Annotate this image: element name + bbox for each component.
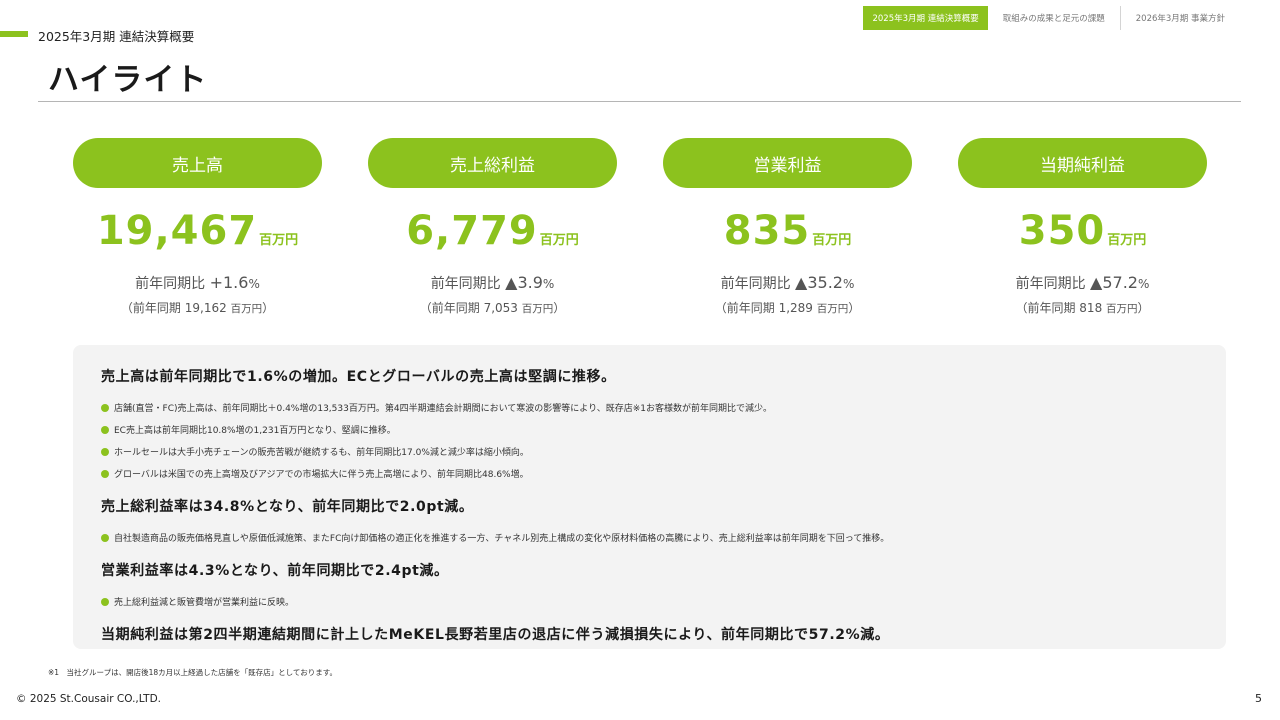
bullet-dot-icon: [101, 425, 109, 434]
bullet-dot-icon: [101, 403, 109, 412]
kpi-prev-unit: 百万円: [521, 303, 554, 315]
kpi-label-pill: 営業利益: [663, 138, 912, 188]
section-accent-bar: [0, 31, 28, 37]
page-number: 5: [1255, 692, 1262, 705]
kpi-number: 6,779: [406, 208, 538, 254]
kpi-prev-value: 818: [1079, 301, 1103, 315]
kpi-number: 350: [1018, 208, 1106, 254]
kpi-yoy: 前年同期比 ▲35.2%: [663, 273, 912, 293]
summary-heading-gross-margin: 売上総利益率は34.8%となり、前年同期比で2.0pt減。: [101, 499, 474, 515]
summary-bullet-text: ホールセールは大手小売チェーンの販売苦戦が継続するも、前年同期比17.0%減と減…: [114, 448, 529, 458]
kpi-unit: 百万円: [812, 233, 852, 248]
kpi-value: 350 百万円: [958, 208, 1207, 258]
kpi-yoy: 前年同期比 ▲3.9%: [368, 273, 617, 293]
kpi-net-income: 当期純利益 350 百万円 前年同期比 ▲57.2% （前年同期 818 百万円）: [958, 138, 1207, 316]
summary-bullet: ホールセールは大手小売チェーンの販売苦戦が継続するも、前年同期比17.0%減と減…: [101, 445, 1206, 458]
page-title: ハイライト: [48, 62, 208, 98]
nav-tab-results-issues[interactable]: 取組みの成果と足元の課題: [988, 6, 1120, 30]
summary-bullet: グローバルは米国での売上高増及びアジアでの市場拡大に伴う売上高増により、前年同期…: [101, 467, 1206, 480]
kpi-yoy-unit: %: [248, 277, 260, 291]
summary-panel: 売上高は前年同期比で1.6%の増加。ECとグローバルの売上高は堅調に推移。 店舗…: [73, 345, 1226, 649]
kpi-yoy-value: ▲3.9: [505, 273, 543, 292]
kpi-prev-year: （前年同期 7,053 百万円）: [368, 299, 617, 316]
summary-bullet-text: EC売上高は前年同期比10.8%増の1,231百万円となり、堅調に推移。: [114, 426, 396, 436]
nav-tab-business-policy[interactable]: 2026年3月期 事業方針: [1119, 6, 1240, 30]
kpi-prev-close: ）: [848, 301, 861, 315]
kpi-prev-label: （前年同期: [120, 301, 181, 315]
kpi-label-pill: 当期純利益: [958, 138, 1207, 188]
kpi-unit: 百万円: [539, 233, 579, 248]
kpi-yoy-label: 前年同期比: [1015, 276, 1086, 292]
kpi-prev-value: 19,162: [184, 301, 227, 315]
section-label: 2025年3月期 連結決算概要: [38, 29, 195, 44]
kpi-prev-year: （前年同期 19,162 百万円）: [73, 299, 322, 316]
kpi-prev-label: （前年同期: [1015, 301, 1076, 315]
kpi-sales: 売上高 19,467 百万円 前年同期比 +1.6% （前年同期 19,162 百…: [73, 138, 322, 316]
copyright: © 2025 St.Cousair CO.,LTD.: [16, 693, 161, 705]
kpi-number: 19,467: [96, 208, 258, 254]
summary-bullet-text: グローバルは米国での売上高増及びアジアでの市場拡大に伴う売上高増により、前年同期…: [114, 470, 529, 480]
kpi-value: 6,779 百万円: [368, 208, 617, 258]
kpi-prev-close: ）: [262, 301, 275, 315]
kpi-prev-close: ）: [553, 301, 566, 315]
kpi-yoy-label: 前年同期比: [430, 276, 501, 292]
kpi-yoy-value: ▲35.2: [795, 273, 843, 292]
summary-bullet-text: 自社製造商品の販売価格見直しや原価低減施策、またFC向け卸価格の適正化を推進する…: [114, 534, 890, 544]
summary-heading-net-income: 当期純利益は第2四半期連結期間に計上したMeKEL長野若里店の退店に伴う減損損失…: [101, 627, 890, 643]
kpi-operating-profit: 営業利益 835 百万円 前年同期比 ▲35.2% （前年同期 1,289 百万円…: [663, 138, 912, 316]
kpi-prev-close: ）: [1137, 301, 1150, 315]
kpi-label-pill: 売上総利益: [368, 138, 617, 188]
nav-tab-financial-summary[interactable]: 2025年3月期 連結決算概要: [863, 6, 988, 30]
bullet-dot-icon: [101, 533, 109, 542]
summary-heading-operating-margin: 営業利益率は4.3%となり、前年同期比で2.4pt減。: [101, 563, 449, 579]
kpi-prev-year: （前年同期 1,289 百万円）: [663, 299, 912, 316]
kpi-prev-unit: 百万円: [816, 303, 849, 315]
bullet-dot-icon: [101, 597, 109, 606]
summary-bullet-text: 売上総利益減と販管費増が営業利益に反映。: [114, 598, 295, 608]
kpi-yoy-label: 前年同期比: [720, 276, 791, 292]
kpi-prev-year: （前年同期 818 百万円）: [958, 299, 1207, 316]
kpi-label-pill: 売上高: [73, 138, 322, 188]
summary-bullet-text: 店舗(直営・FC)売上高は、前年同期比＋0.4%増の13,533百万円。第4四半…: [114, 404, 773, 414]
kpi-number: 835: [723, 208, 811, 254]
summary-heading-sales: 売上高は前年同期比で1.6%の増加。ECとグローバルの売上高は堅調に推移。: [101, 369, 616, 385]
kpi-yoy: 前年同期比 ▲57.2%: [958, 273, 1207, 293]
kpi-prev-label: （前年同期: [419, 301, 480, 315]
kpi-prev-value: 1,289: [778, 301, 813, 315]
kpi-yoy-unit: %: [1137, 277, 1150, 291]
bullet-dot-icon: [101, 447, 109, 456]
kpi-yoy: 前年同期比 +1.6%: [73, 273, 322, 293]
kpi-value: 835 百万円: [663, 208, 912, 258]
bullet-dot-icon: [101, 469, 109, 478]
summary-bullet: 自社製造商品の販売価格見直しや原価低減施策、またFC向け卸価格の適正化を推進する…: [101, 531, 1206, 544]
kpi-prev-label: （前年同期: [714, 301, 775, 315]
kpi-yoy-unit: %: [842, 277, 855, 291]
footnote: ※1 当社グループは、開店後18カ月以上経過した店舗を「既存店」としております。: [48, 668, 337, 677]
kpi-prev-unit: 百万円: [1106, 303, 1138, 315]
kpi-unit: 百万円: [259, 233, 299, 248]
kpi-value: 19,467 百万円: [73, 208, 322, 258]
top-nav: 2025年3月期 連結決算概要 取組みの成果と足元の課題 2026年3月期 事業…: [863, 6, 1240, 30]
kpi-prev-value: 7,053: [483, 301, 518, 315]
summary-bullet: EC売上高は前年同期比10.8%増の1,231百万円となり、堅調に推移。: [101, 423, 1206, 436]
summary-bullet: 売上総利益減と販管費増が営業利益に反映。: [101, 595, 1206, 608]
kpi-gross-profit: 売上総利益 6,779 百万円 前年同期比 ▲3.9% （前年同期 7,053 百…: [368, 138, 617, 316]
kpi-yoy-label: 前年同期比: [135, 276, 206, 292]
kpi-yoy-value: +1.6: [209, 273, 249, 292]
title-divider: [38, 101, 1241, 102]
summary-content: 売上高は前年同期比で1.6%の増加。ECとグローバルの売上高は堅調に推移。 店舗…: [101, 363, 1206, 644]
summary-bullet: 店舗(直営・FC)売上高は、前年同期比＋0.4%増の13,533百万円。第4四半…: [101, 401, 1206, 414]
kpi-unit: 百万円: [1107, 233, 1147, 248]
kpi-yoy-unit: %: [542, 277, 555, 291]
kpi-yoy-value: ▲57.2: [1090, 273, 1138, 292]
kpi-prev-unit: 百万円: [230, 303, 263, 315]
